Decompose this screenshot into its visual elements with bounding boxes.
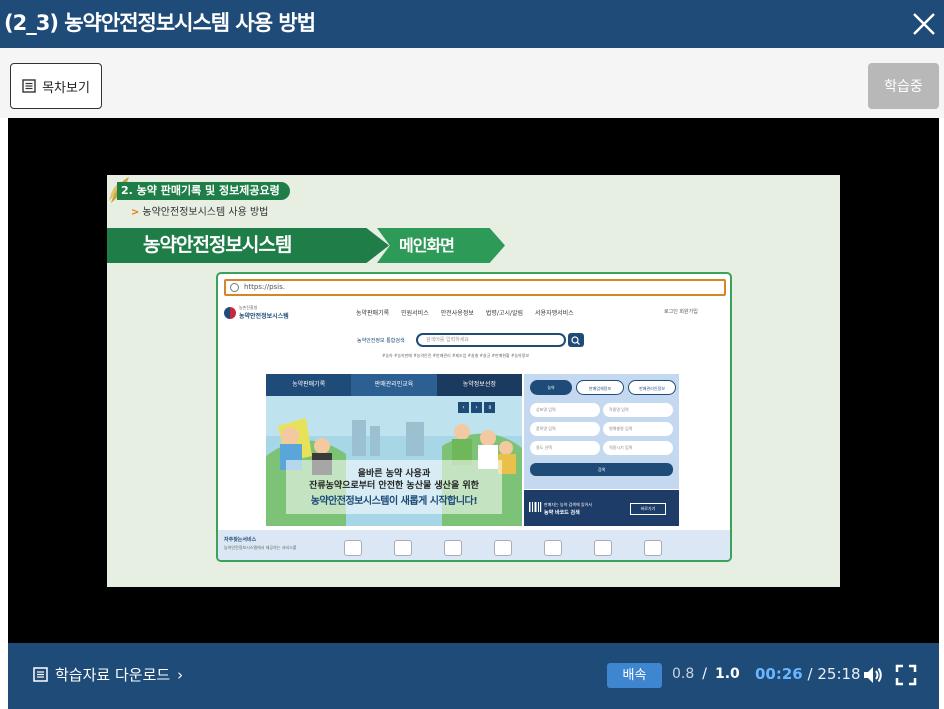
banner-sub: 메인화면 (377, 228, 505, 263)
panel-tab: 판매관리인정보 (628, 380, 676, 395)
list-icon (33, 667, 48, 682)
time-current: 00:26 (755, 665, 803, 683)
banner-main: 농약안전정보시스템 (107, 228, 389, 263)
fullscreen-icon (895, 664, 917, 686)
site-nav-item: 안전사용정보 (440, 310, 474, 317)
section-title: 2. 농약 판매기록 및 정보제공요령 (117, 182, 290, 200)
chevron-right-icon: › (471, 402, 482, 413)
video-frame-slide: 2. 농약 판매기록 및 정보제공요령 > 농약안전정보시스템 사용 방법 농약안… (107, 175, 840, 587)
barcode-panel: 판매자는 농약 검색에 있어서 농약 바코드 검색 바로가기 (524, 490, 679, 526)
box-icon (644, 540, 662, 556)
barcode-main: 농약 바코드 검색 (544, 510, 580, 516)
speed-current[interactable]: 0.8 (672, 666, 694, 682)
toc-button-label: 목차보기 (42, 80, 90, 96)
time-separator: / (807, 665, 813, 683)
toc-button[interactable]: 목차보기 (10, 63, 102, 109)
site-nav-item: 민원서비스 (401, 310, 429, 317)
player-controls: 학습자료 다운로드 › 배속 0.8 / 1.0 00:26 / 25:18 (8, 643, 939, 709)
title-bar: (2_3) 농약안전정보시스템 사용 방법 (0, 0, 944, 48)
pause-icon: ॥ (484, 402, 495, 413)
site-util: 로그인 회원가입 (664, 309, 698, 315)
bottle-icon (594, 540, 612, 556)
close-button[interactable] (908, 8, 940, 40)
panel-field: 품목명 입력 (530, 422, 600, 436)
site-logo: 농촌진흥청 농약안전정보시스템 (224, 305, 289, 320)
site-nav-item: 농약판매기록 (356, 310, 390, 317)
site-nav: 농약판매기록 민원서비스 안전사용정보 법령/고시/알림 서용자맹서비스 (356, 308, 574, 317)
bottle-icon (394, 540, 412, 556)
search-icon (571, 336, 580, 345)
frequent-services-label: 자주찾는서비스 농약안전정보시스템에서 제공하는 서비스를 (224, 536, 296, 551)
toolbar: 목차보기 학습중 (0, 48, 944, 118)
panel-tab: 판매업체정보 (576, 380, 624, 395)
study-status-button[interactable]: 학습중 (868, 63, 939, 109)
subheading-text: 농약안전정보시스템 사용 방법 (142, 207, 269, 218)
browser-mock: https://psis. 농촌진흥청 농약안전정보시스템 농약판매기록 민원서… (216, 272, 732, 562)
hero-carousel-nav: ‹ › ॥ (458, 402, 495, 413)
tractor-icon (544, 540, 562, 556)
barcode-icon (529, 502, 542, 512)
frequent-services-title: 자주찾는서비스 (224, 537, 257, 543)
download-materials-link[interactable]: 학습자료 다운로드 › (33, 664, 183, 685)
site-nav-item: 서용자맹서비스 (535, 310, 574, 317)
panel-field: 용도 선택 (530, 441, 600, 455)
hero-tab: 판매관리인교육 (351, 374, 437, 396)
list-icon (22, 79, 36, 93)
close-icon (913, 13, 935, 35)
subheading-arrow: > (131, 207, 140, 218)
speed-max[interactable]: 1.0 (715, 666, 740, 682)
panel-tab: 농약 (530, 380, 572, 395)
time-total: 25:18 (817, 665, 861, 683)
video-player[interactable]: 2. 농약 판매기록 및 정보제공요령 > 농약안전정보시스템 사용 방법 농약안… (8, 118, 939, 643)
url-text: https://psis. (244, 283, 285, 291)
fullscreen-button[interactable] (894, 663, 918, 687)
chat-icon (344, 540, 362, 556)
panel-field: 상표명 입력 (530, 403, 600, 417)
page-title: (2_3) 농약안전정보시스템 사용 방법 (4, 11, 316, 35)
panel-field: 작물명 입력 (603, 403, 673, 417)
chevron-left-icon: ‹ (458, 402, 469, 413)
site-nav-item: 법령/고시/알림 (485, 310, 524, 317)
barcode-title: 판매자는 농약 검색에 있어서 (544, 502, 592, 507)
site-org: 농촌진흥청 (239, 305, 258, 310)
hero-tabs: 농약판매기록 판매관리인교육 농약정보선정 (266, 374, 522, 396)
frequent-services-bar: 자주찾는서비스 농약안전정보시스템에서 제공하는 서비스를 (218, 530, 730, 560)
hero-caption: 잔류농약으로부터 안전한 농산물 생산을 위한 (309, 481, 479, 491)
download-label: 학습자료 다운로드 (55, 666, 171, 684)
taegeuk-icon (224, 306, 236, 319)
barcode-link-button: 바로가기 (630, 503, 666, 515)
site-search-label: 농약안전정보 통합검색 (357, 338, 405, 344)
speed-separator: / (702, 666, 707, 682)
site-tags: #농약 #농약판매 #농약안전 #판매관리 #제조업 #살충 #살균 #판매현황… (382, 353, 530, 358)
volume-button[interactable] (861, 663, 885, 687)
globe-icon (230, 283, 239, 292)
spray-icon (494, 540, 512, 556)
hero-caption-highlight: 농약안전정보시스템이 새롭게 시작합니다! (310, 496, 478, 507)
slide-subheading: > 농약안전정보시스템 사용 방법 (131, 203, 268, 218)
time-readout: 00:26 / 25:18 (755, 665, 861, 683)
site-search-input: 검색어를 입력하세요 (416, 333, 566, 347)
pesticide-search-panel: 농약 판매업체정보 판매관리인정보 상표명 입력 작물명 입력 품목명 입력 병… (524, 374, 679, 489)
panel-search-button: 검색 (530, 463, 673, 476)
site-name: 농약안전정보시스템 (239, 313, 289, 320)
hero-tab: 농약정보선정 (436, 374, 522, 396)
speed-button[interactable]: 배속 (607, 663, 662, 688)
panel-field: 적용시기 입력 (603, 441, 673, 455)
site-search-button (568, 333, 584, 347)
hero-banner: ‹ › ॥ 올바른 농약 사용과 잔류농약으로부터 안전한 농산물 생산을 위한… (266, 396, 522, 526)
url-bar: https://psis. (224, 279, 726, 296)
speed-readout: 0.8 / 1.0 (672, 666, 740, 682)
chevron-right-icon: › (177, 665, 184, 684)
grid-icon (444, 540, 462, 556)
volume-icon (864, 667, 882, 683)
hero-tab: 농약판매기록 (266, 374, 352, 396)
frequent-services-desc: 농약안전정보시스템에서 제공하는 서비스를 (224, 545, 297, 550)
panel-field: 병해충명 입력 (603, 422, 673, 436)
